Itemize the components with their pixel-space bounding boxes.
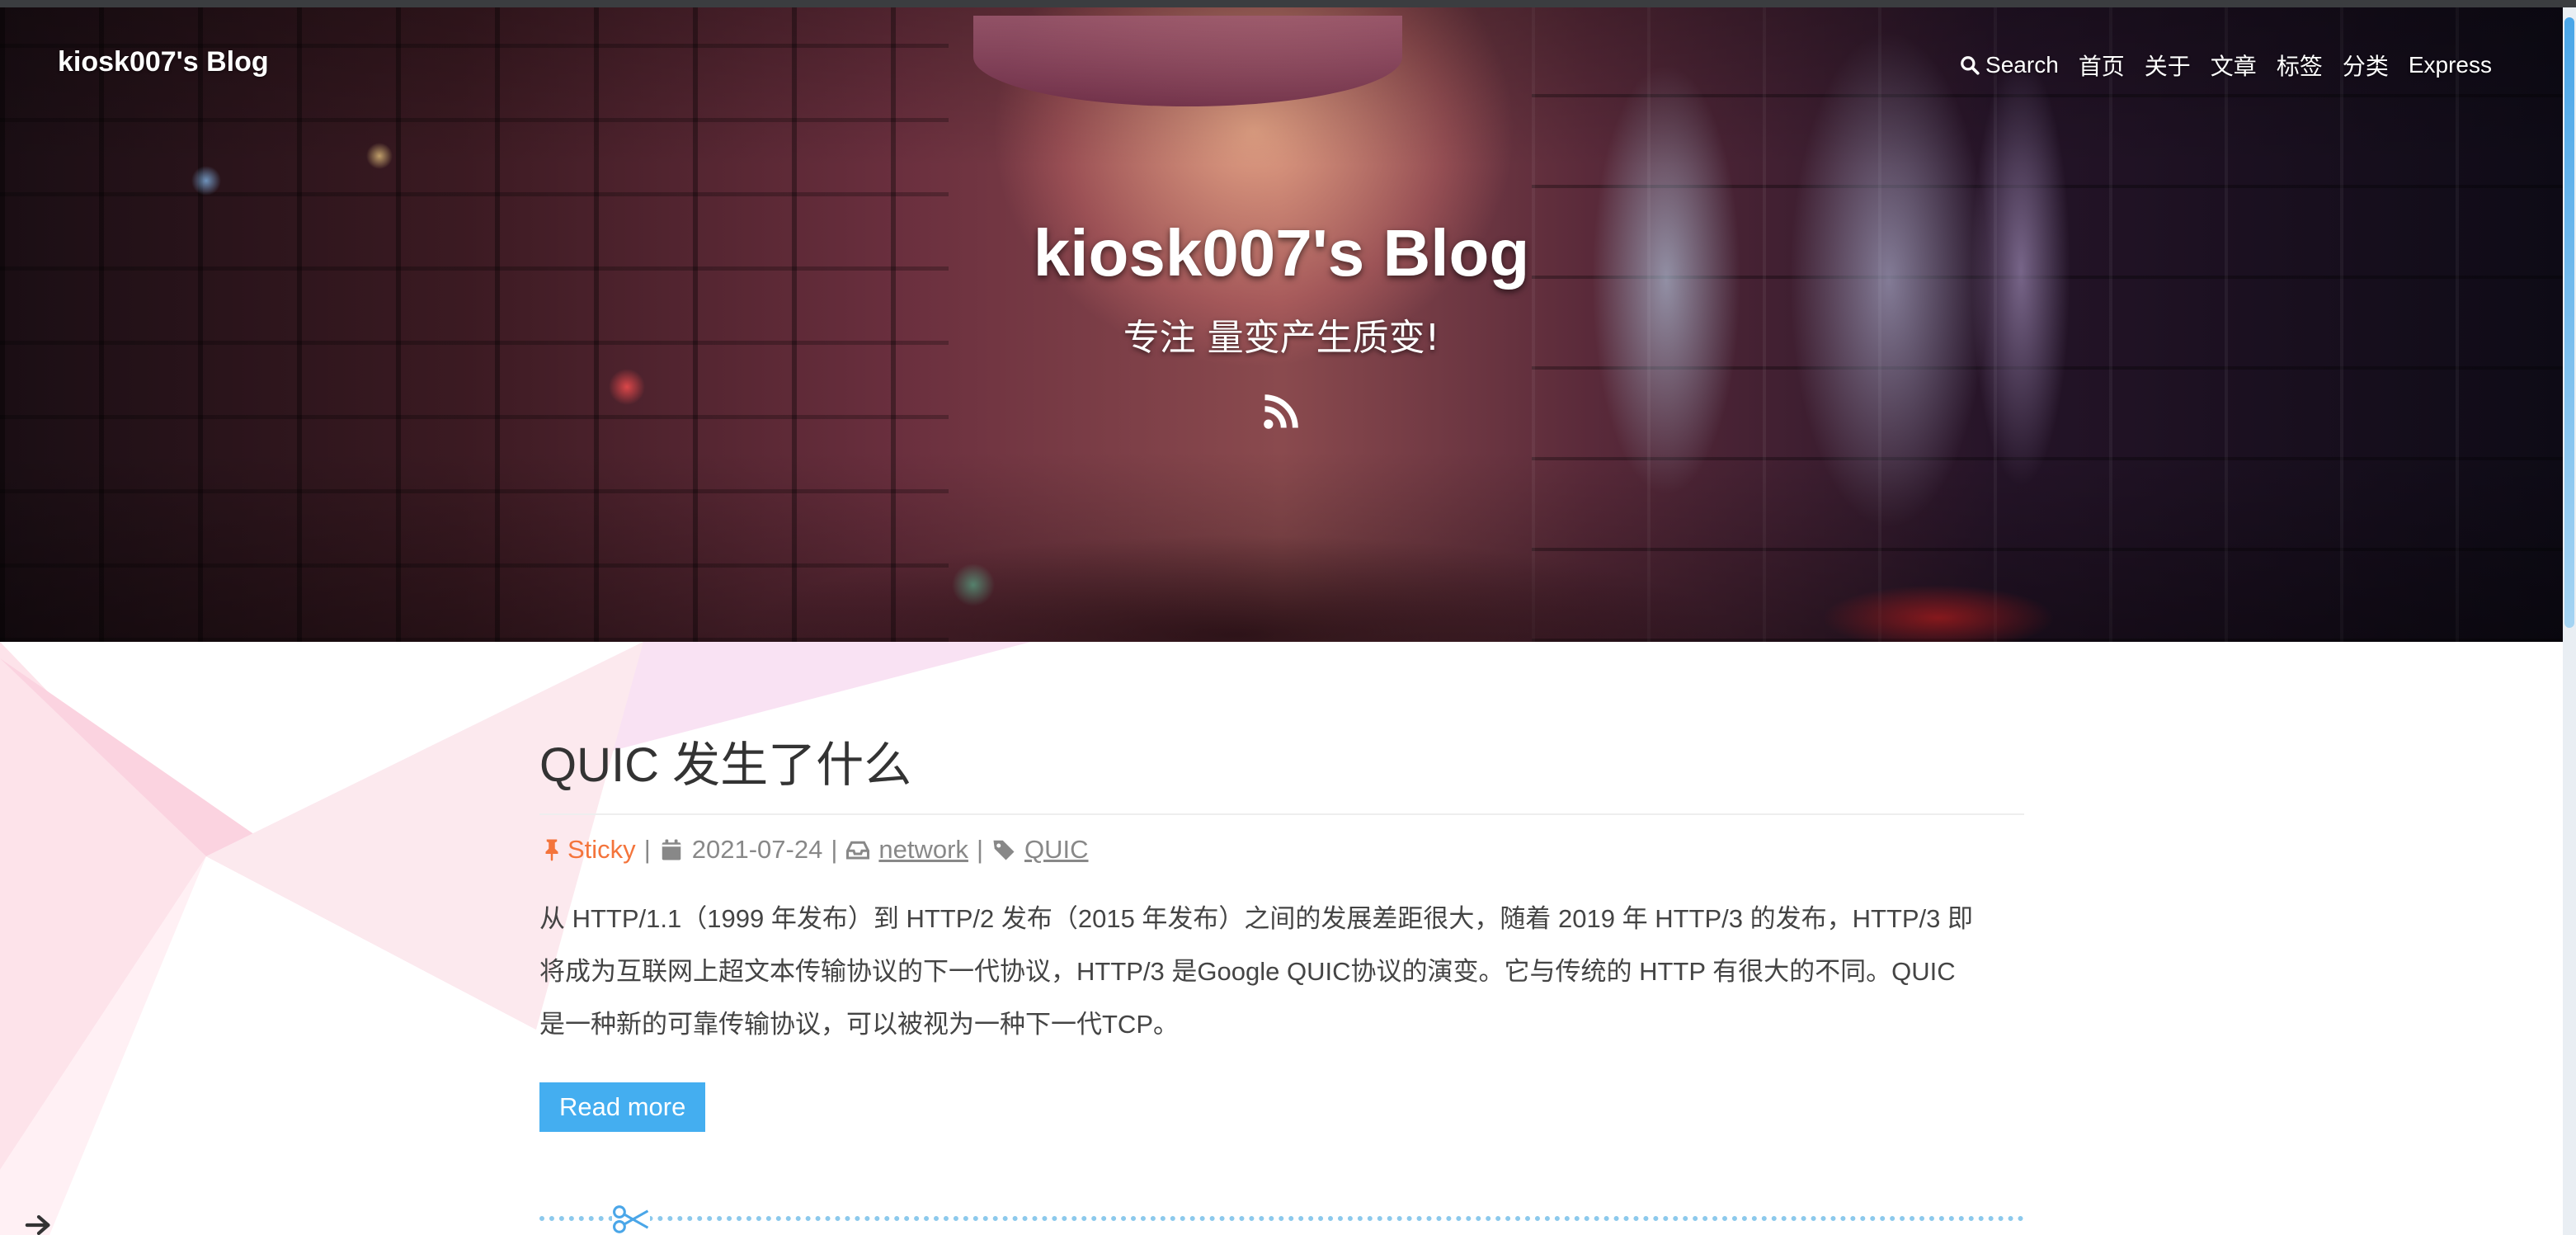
nav-tags[interactable]: 标签 bbox=[2277, 49, 2323, 82]
excerpt-line: 是一种新的可靠传输协议，可以被视为一种下一代TCP。 bbox=[539, 1010, 1179, 1039]
page-scrollbar[interactable] bbox=[2563, 7, 2576, 1235]
rss-icon[interactable] bbox=[1260, 390, 1302, 433]
excerpt-line: 将成为互联网上超文本传输协议的下一代协议，HTTP/3 是Google QUIC… bbox=[539, 957, 1956, 986]
post-date: 2021-07-24 bbox=[691, 835, 823, 864]
hero-header: kiosk007's Blog Search 首页 关于 文章 标签 分类 Ex… bbox=[0, 7, 2563, 642]
tag-icon bbox=[993, 840, 1015, 860]
post-tag-link[interactable]: QUIC bbox=[1024, 835, 1089, 865]
post-card: QUIC 发生了什么 Sticky | 2021-07-24 | network… bbox=[539, 726, 2024, 1132]
arrow-right-icon[interactable] bbox=[25, 1213, 53, 1235]
post-divider bbox=[539, 1216, 2024, 1224]
nav-about[interactable]: 关于 bbox=[2145, 49, 2191, 82]
nav-search-label: Search bbox=[1985, 52, 2059, 78]
read-more-button[interactable]: Read more bbox=[539, 1082, 706, 1132]
browser-top-edge bbox=[0, 0, 2576, 7]
hero-title: kiosk007's Blog bbox=[1033, 216, 1530, 290]
main-nav: Search 首页 关于 文章 标签 分类 Express bbox=[1959, 49, 2492, 82]
post-category-link[interactable]: network bbox=[878, 835, 968, 865]
pin-icon bbox=[545, 839, 558, 861]
nav-express[interactable]: Express bbox=[2409, 52, 2492, 78]
post-title-link[interactable]: QUIC 发生了什么 bbox=[539, 726, 2024, 815]
hero-subtitle: 专注 量变产生质变! bbox=[1123, 317, 1440, 359]
nav-articles[interactable]: 文章 bbox=[2211, 49, 2257, 82]
nav-home[interactable]: 首页 bbox=[2079, 49, 2125, 82]
calendar-icon bbox=[662, 839, 680, 860]
scissors-icon bbox=[612, 1204, 650, 1234]
meta-separator: | bbox=[831, 835, 838, 864]
nav-categories[interactable]: 分类 bbox=[2343, 49, 2389, 82]
post-meta: Sticky | 2021-07-24 | network | QUIC bbox=[539, 835, 2024, 865]
sticky-badge: Sticky bbox=[539, 835, 636, 865]
sticky-label: Sticky bbox=[567, 835, 636, 864]
nav-search[interactable]: Search bbox=[1959, 52, 2059, 78]
scrollbar-thumb[interactable] bbox=[2564, 17, 2574, 628]
post-excerpt: 从 HTTP/1.1（1999 年发布）到 HTTP/2 发布（2015 年发布… bbox=[539, 893, 2024, 1051]
site-brand-link[interactable]: kiosk007's Blog bbox=[58, 46, 269, 78]
excerpt-line: 从 HTTP/1.1（1999 年发布）到 HTTP/2 发布（2015 年发布… bbox=[539, 904, 1974, 933]
inbox-icon bbox=[846, 841, 870, 860]
meta-separator: | bbox=[643, 835, 651, 864]
meta-separator: | bbox=[976, 835, 983, 864]
search-icon bbox=[1961, 56, 1980, 75]
